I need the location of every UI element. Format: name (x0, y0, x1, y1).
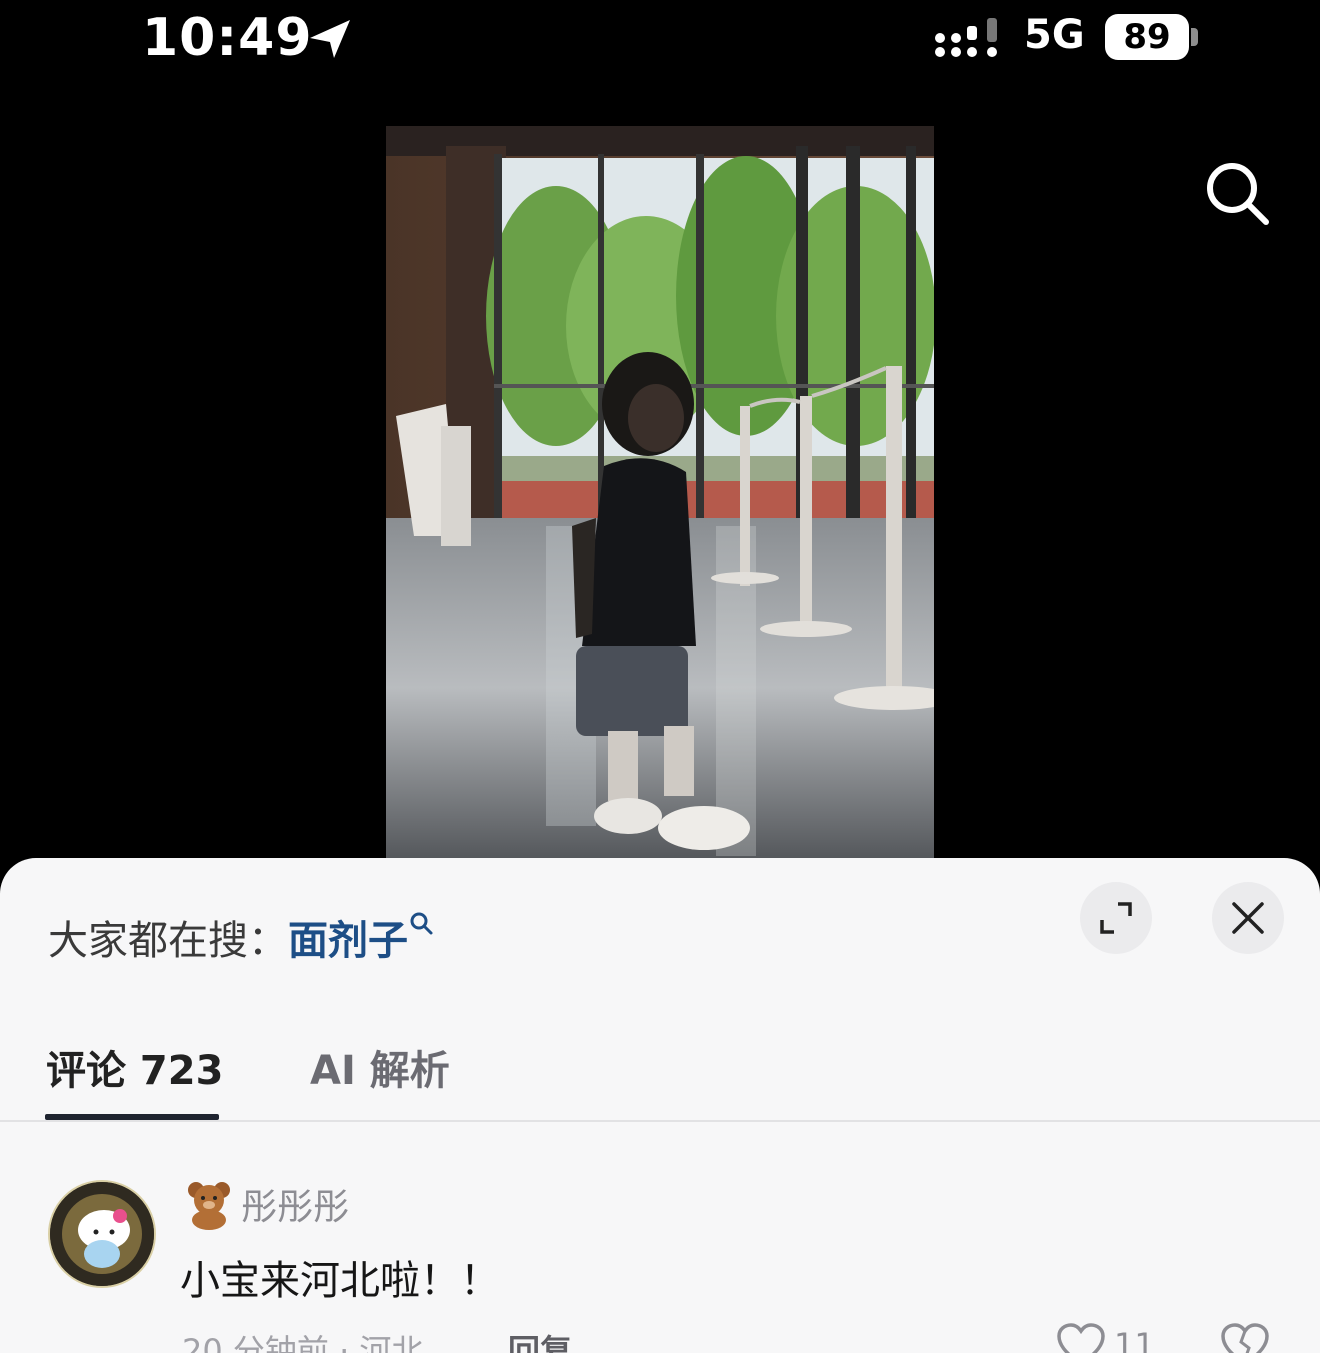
expand-icon (1100, 902, 1132, 934)
signal-icon (935, 18, 997, 57)
location-arrow-icon (310, 20, 350, 58)
status-bar: 10:49 5G 89 (0, 0, 1320, 80)
comment-sheet: 大家都在搜：面剂子 评论 723 AI 解析 彤彤彤 小宝来河北啦！！ 20 分… (0, 858, 1320, 1353)
hot-search-row[interactable]: 大家都在搜：面剂子 (48, 908, 434, 966)
close-icon (1232, 902, 1264, 934)
dislike-heart-icon[interactable] (1220, 1322, 1270, 1353)
expand-button[interactable] (1080, 882, 1152, 954)
close-button[interactable] (1212, 882, 1284, 954)
tab-comments[interactable]: 评论 723 (46, 1038, 223, 1096)
active-tab-indicator (45, 1114, 219, 1120)
avatar-image (50, 1182, 154, 1286)
teddy-bear-icon (188, 1182, 230, 1230)
tab-bar: 评论 723 AI 解析 (0, 1028, 1320, 1122)
comment-text: 小宝来河北啦！！ (180, 1258, 500, 1304)
reply-button[interactable]: 回复 (508, 1326, 572, 1353)
small-search-icon (410, 912, 433, 935)
tab-ai-analysis[interactable]: AI 解析 (310, 1038, 450, 1096)
network-type: 5G (1024, 12, 1085, 58)
video-player[interactable] (386, 126, 934, 858)
video-frame-image (386, 126, 934, 858)
comment-item: 彤彤彤 小宝来河北啦！！ 20 分钟前 · 河北 回复 11 (0, 1176, 1320, 1353)
username[interactable]: 彤彤彤 (241, 1178, 349, 1230)
hot-search-label: 大家都在搜： (48, 918, 288, 964)
comment-meta: 20 分钟前 · 河北 (182, 1332, 424, 1353)
like-count: 11 (1114, 1326, 1155, 1353)
hot-search-term[interactable]: 面剂子 (288, 918, 408, 964)
heart-icon[interactable] (1056, 1322, 1106, 1353)
user-row: 彤彤彤 (182, 1178, 349, 1230)
battery-indicator: 89 (1105, 14, 1189, 60)
avatar[interactable] (48, 1180, 156, 1288)
battery-tip (1191, 28, 1198, 46)
status-time: 10:49 (142, 8, 313, 68)
search-icon[interactable] (1200, 158, 1272, 230)
